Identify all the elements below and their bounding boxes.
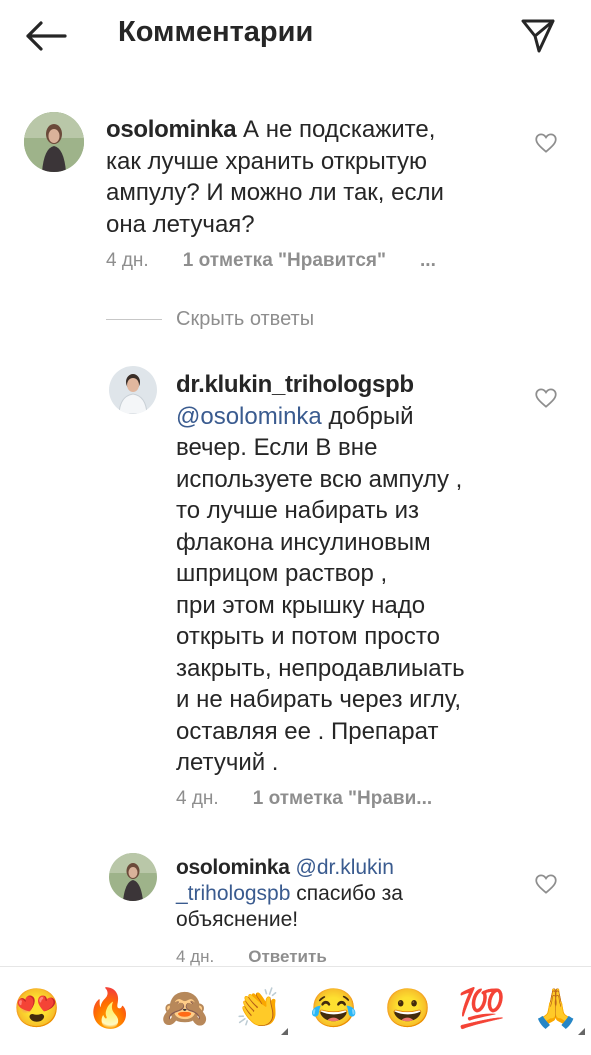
emoji-heart-eyes[interactable]: 😍 — [12, 981, 62, 1037]
mention-link[interactable]: @osolominka — [176, 403, 322, 430]
avatar[interactable] — [109, 853, 157, 901]
reply-time: 4 дн. — [176, 788, 219, 809]
emoji-see-no-evil-monkey[interactable]: 🙈 — [160, 981, 210, 1037]
reply-meta: 4 дн. 1 отметка "Нрави... — [176, 788, 432, 810]
heart-icon[interactable] — [533, 385, 559, 411]
reply-time: 4 дн. — [176, 947, 215, 966]
top-bar: Комментарии — [0, 0, 591, 72]
reply-text: dr.klukin_trihologspb @osolominka добрый… — [176, 371, 465, 776]
emoji-grinning-face[interactable]: 😀 — [383, 981, 433, 1037]
avatar[interactable] — [24, 112, 84, 172]
skin-tone-indicator — [281, 1028, 288, 1035]
emoji-folded-hands[interactable]: 🙏 — [531, 981, 585, 1037]
emoji-quick-bar: 😍 🔥 🙈 👏 😂 😀 💯 🙏 — [0, 966, 591, 1055]
comment-meta: 4 дн. 1 отметка "Нравится" ... — [106, 250, 436, 272]
reply-username[interactable]: dr.klukin_trihologspb — [176, 371, 414, 398]
paper-plane-icon — [521, 19, 555, 53]
mention-link-continued[interactable]: _trihologspb — [176, 882, 290, 905]
likes-count[interactable]: 1 отметка "Нрави... — [253, 788, 432, 810]
arrow-left-icon — [26, 21, 67, 51]
more-options[interactable]: ... — [420, 250, 436, 272]
emoji-tears-of-joy[interactable]: 😂 — [309, 981, 359, 1037]
hide-replies-button[interactable]: Скрыть ответы — [106, 308, 314, 331]
comment-username[interactable]: osolominka — [106, 116, 237, 143]
share-button[interactable] — [514, 12, 562, 60]
reply-button[interactable]: Ответить — [248, 947, 327, 967]
skin-tone-indicator — [578, 1028, 585, 1035]
comment-text: osolominka А не подскажите, как лучше хр… — [106, 116, 444, 238]
heart-icon[interactable] — [533, 130, 559, 156]
reply-username[interactable]: osolominka — [176, 856, 290, 879]
back-button[interactable] — [22, 14, 70, 58]
hide-replies-label: Скрыть ответы — [176, 308, 315, 330]
page-title: Комментарии — [118, 16, 314, 48]
comment-time: 4 дн. — [106, 250, 149, 271]
avatar[interactable] — [109, 366, 157, 414]
reply-meta: 4 дн. Ответить — [176, 947, 327, 967]
mention-link[interactable]: @dr.klukin — [296, 856, 394, 879]
reply-text: osolominka @dr.klukin _trihologspb спаси… — [176, 856, 403, 931]
emoji-hundred-points[interactable]: 💯 — [457, 981, 507, 1037]
emoji-clapping-hands[interactable]: 👏 — [234, 981, 288, 1037]
emoji-fire[interactable]: 🔥 — [85, 981, 135, 1037]
heart-icon[interactable] — [533, 871, 559, 897]
divider — [106, 319, 162, 320]
likes-count[interactable]: 1 отметка "Нравится" — [183, 250, 386, 272]
